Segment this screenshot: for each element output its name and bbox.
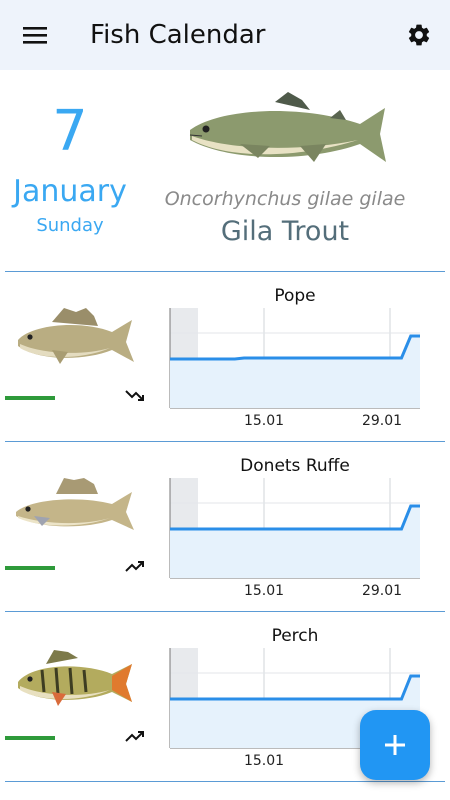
chart-title: Pope bbox=[274, 286, 316, 306]
chart-line bbox=[170, 504, 420, 531]
pope-activity-chart: 15.01 29.01 bbox=[169, 308, 420, 429]
activity-bar bbox=[5, 396, 55, 400]
chart-area bbox=[170, 336, 420, 408]
top-app-bar: Fish Calendar bbox=[0, 0, 450, 70]
x-tick-label: 15.01 bbox=[244, 753, 284, 769]
divider bbox=[5, 781, 445, 782]
menu-button[interactable] bbox=[18, 20, 52, 50]
weekday-name: Sunday bbox=[36, 215, 104, 236]
app-screen: Fish Calendar 7 January Sunday Oncorhync… bbox=[0, 0, 450, 800]
chart-line bbox=[170, 334, 420, 361]
month-name: January bbox=[13, 174, 127, 209]
menu-icon bbox=[23, 27, 47, 44]
x-tick-label: 15.01 bbox=[244, 413, 284, 429]
donets-ruffe-fish-image bbox=[16, 478, 134, 530]
app-title: Fish Calendar bbox=[90, 20, 266, 50]
fish-row-pope[interactable]: Pope 15.01 29.01 bbox=[0, 272, 450, 442]
day-number: 7 bbox=[52, 99, 88, 164]
plus-icon bbox=[385, 735, 405, 755]
featured-common-name: Gila Trout bbox=[220, 216, 350, 247]
activity-bar bbox=[5, 566, 55, 570]
date-block: 7 January Sunday bbox=[0, 99, 140, 237]
x-tick-label: 29.01 bbox=[362, 413, 402, 429]
chart-title: Perch bbox=[271, 626, 319, 646]
featured-fish-image bbox=[189, 92, 386, 162]
donets-ruffe-activity-chart: 15.01 29.01 bbox=[169, 478, 420, 599]
chart-title: Donets Ruffe bbox=[240, 456, 350, 476]
trending-down-icon bbox=[125, 390, 144, 401]
featured-latin-name: Oncorhynchus gilae gilae bbox=[164, 188, 406, 210]
trending-up-icon bbox=[125, 561, 144, 572]
x-tick-label: 29.01 bbox=[362, 583, 402, 599]
pope-fish-image bbox=[18, 308, 134, 364]
fish-row-donets-ruffe[interactable]: Donets Ruffe 15.01 29.01 bbox=[0, 442, 450, 612]
settings-button[interactable] bbox=[404, 20, 434, 50]
add-fish-button[interactable] bbox=[360, 710, 430, 780]
trending-up-icon bbox=[125, 731, 144, 742]
chart-line bbox=[170, 674, 420, 701]
x-tick-label: 15.01 bbox=[244, 583, 284, 599]
perch-fish-image bbox=[18, 650, 132, 706]
gear-icon bbox=[408, 24, 430, 46]
chart-area bbox=[170, 506, 420, 578]
activity-bar bbox=[5, 736, 55, 740]
